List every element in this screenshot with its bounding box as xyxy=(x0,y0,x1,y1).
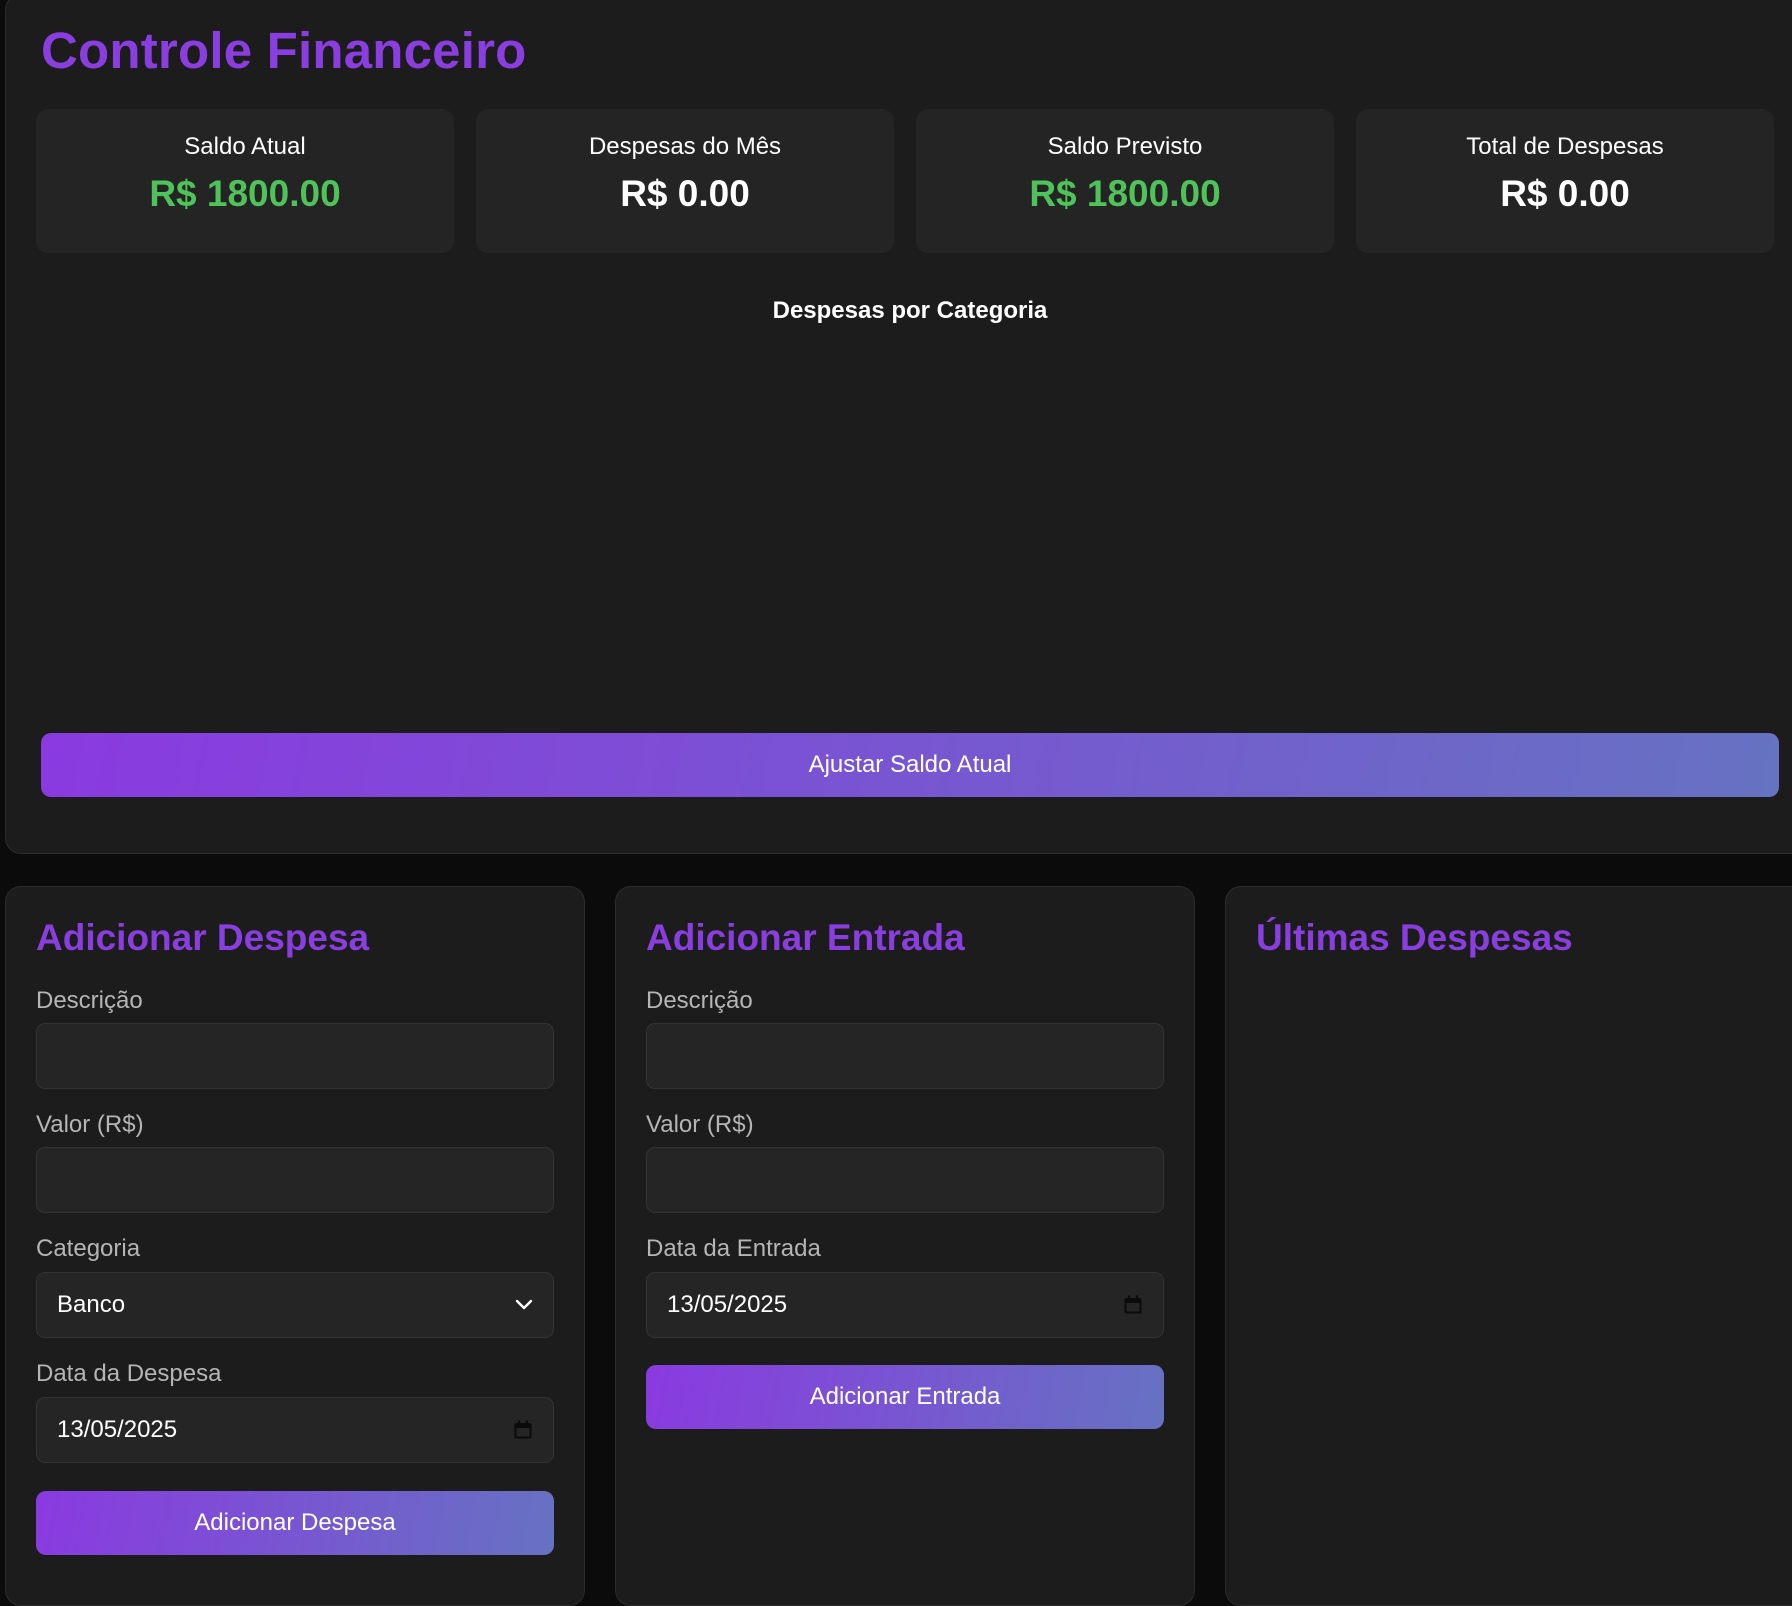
card-value: R$ 1800.00 xyxy=(149,173,341,214)
card-value: R$ 0.00 xyxy=(620,173,750,214)
page-title: Controle Financeiro xyxy=(41,22,527,79)
income-date-label: Data da Entrada xyxy=(646,1235,821,1262)
recent-expenses-panel: Últimas Despesas xyxy=(1225,886,1792,1606)
income-date-value: 13/05/2025 xyxy=(667,1291,788,1318)
calendar-icon[interactable] xyxy=(1123,1295,1143,1315)
recent-expenses-title: Últimas Despesas xyxy=(1256,917,1573,958)
income-date-input[interactable]: 13/05/2025 xyxy=(646,1272,1164,1338)
card-total-despesas: Total de Despesas R$ 0.00 xyxy=(1356,109,1774,253)
calendar-icon[interactable] xyxy=(513,1420,533,1440)
recent-expenses-list xyxy=(1256,987,1776,1567)
expense-category-value: Banco xyxy=(57,1291,126,1318)
expense-date-label: Data da Despesa xyxy=(36,1360,222,1387)
chevron-down-icon xyxy=(515,1299,533,1311)
card-value: R$ 0.00 xyxy=(1500,173,1630,214)
add-income-button[interactable]: Adicionar Entrada xyxy=(646,1365,1164,1429)
income-amount-label: Valor (R$) xyxy=(646,1111,754,1138)
add-expense-button[interactable]: Adicionar Despesa xyxy=(36,1491,554,1555)
expense-form-title: Adicionar Despesa xyxy=(36,917,370,958)
expense-amount-label: Valor (R$) xyxy=(36,1111,144,1138)
card-label: Despesas do Mês xyxy=(588,133,782,160)
income-description-label: Descrição xyxy=(646,987,753,1014)
card-label: Total de Despesas xyxy=(1466,133,1664,160)
income-form-panel: Adicionar Entrada Descrição Valor (R$) D… xyxy=(615,886,1195,1606)
adjust-balance-button[interactable]: Ajustar Saldo Atual xyxy=(41,733,1779,797)
card-despesas-mes: Despesas do Mês R$ 0.00 xyxy=(476,109,894,253)
income-amount-input[interactable] xyxy=(646,1147,1164,1213)
card-saldo-atual: Saldo Atual R$ 1800.00 xyxy=(36,109,454,253)
expense-form-panel: Adicionar Despesa Descrição Valor (R$) C… xyxy=(5,886,585,1606)
income-description-input[interactable] xyxy=(646,1023,1164,1089)
expense-description-label: Descrição xyxy=(36,987,143,1014)
expense-date-value: 13/05/2025 xyxy=(57,1416,178,1443)
expense-amount-input[interactable] xyxy=(36,1147,554,1213)
chart-title: Despesas por Categoria xyxy=(772,297,1048,324)
expense-category-label: Categoria xyxy=(36,1235,141,1262)
expense-category-select[interactable]: Banco xyxy=(36,1272,554,1338)
expense-description-input[interactable] xyxy=(36,1023,554,1089)
card-saldo-previsto: Saldo Previsto R$ 1800.00 xyxy=(916,109,1334,253)
card-label: Saldo Previsto xyxy=(1047,133,1203,160)
expense-date-input[interactable]: 13/05/2025 xyxy=(36,1397,554,1463)
card-value: R$ 1800.00 xyxy=(1029,173,1221,214)
income-form-title: Adicionar Entrada xyxy=(646,917,965,958)
summary-panel: Controle Financeiro Saldo Atual R$ 1800.… xyxy=(5,0,1792,854)
category-chart xyxy=(41,345,1779,705)
card-label: Saldo Atual xyxy=(184,133,306,160)
